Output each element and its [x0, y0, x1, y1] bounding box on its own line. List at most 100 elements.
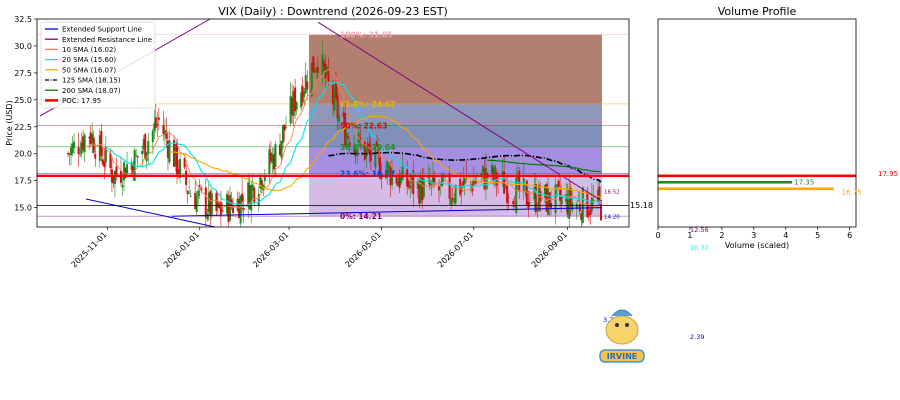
candle-body [495, 172, 498, 186]
x-tick-label: 2026-07-01 [436, 230, 475, 269]
volume-bar [658, 187, 834, 191]
candle-body [560, 196, 563, 205]
x-axis: 2025-11-01 2026-01-01 2026-03-01 2026-05-01… [70, 227, 569, 269]
volume-tick-label: 3 [751, 231, 756, 240]
volume-profile-frame [657, 18, 857, 228]
logo-text: IRVINE [607, 352, 637, 361]
legend-entry: 200 SMA (18.07) [62, 87, 121, 95]
candle-body [151, 130, 154, 143]
candle-body [198, 184, 201, 187]
volume-tick-label: 6 [847, 231, 852, 240]
legend-entry: Extended Resistance Line [62, 36, 152, 44]
volume-tick-label: 5 [815, 231, 820, 240]
candle-body [336, 95, 339, 119]
candle-body [135, 154, 138, 156]
candle-body [195, 196, 198, 212]
candle-body [437, 186, 440, 191]
price-label: 14.20 [604, 215, 620, 221]
candle-body [154, 117, 157, 128]
volume-x-axis-label: Volume (scaled) [725, 241, 789, 250]
y-tick-label: 30.0 [14, 42, 32, 51]
volume-extra-label: 2.39 [690, 333, 704, 341]
candle-body [507, 197, 510, 198]
candle-body [463, 177, 466, 185]
candle-body [83, 135, 86, 152]
fib-level-label: 23.6%: 18.17 [340, 169, 395, 178]
candle-body [156, 123, 159, 126]
legend-entry: 20 SMA (15.60) [62, 56, 116, 64]
candle-body [401, 164, 404, 180]
x-tick-label: 2026-09-01 [530, 230, 569, 269]
candle-body [197, 190, 200, 197]
candle-body [312, 56, 315, 73]
volume-tick-label: 4 [783, 231, 788, 240]
volume-bar [658, 180, 793, 184]
candle-body [422, 178, 425, 198]
candle-body [557, 180, 560, 187]
candle-body [528, 202, 531, 204]
candle-body [316, 67, 319, 73]
candle-body [241, 193, 244, 202]
candle-body [512, 201, 515, 205]
y-tick-label: 32.5 [14, 15, 32, 24]
volume-bar-label: 17.95 [878, 170, 898, 178]
candle-body [274, 144, 277, 168]
candle-body [571, 202, 574, 211]
legend-entry: 10 SMA (16.02) [62, 46, 116, 54]
price-label: 16.52 [604, 190, 620, 196]
volume-tick-label: 0 [655, 231, 660, 240]
candle-body [188, 192, 191, 194]
candle-body [484, 167, 487, 190]
fib-level-label: 38.2%: 20.64 [340, 143, 395, 152]
candle-body [77, 147, 80, 155]
legend-entry: POC: 17.95 [62, 97, 101, 105]
candle-body [136, 155, 139, 158]
y-tick-label: 20.0 [14, 150, 32, 159]
y-axis-label: Price (USD) [5, 100, 14, 145]
candle-body [518, 170, 521, 192]
x-tick-label: 2026-05-01 [344, 230, 383, 269]
candle-body [469, 181, 472, 183]
candle-body [522, 178, 525, 193]
candle-body [295, 102, 298, 110]
candle-body [73, 141, 76, 149]
candle-body [126, 164, 129, 174]
candle-body [79, 154, 82, 156]
candle-body [183, 158, 186, 168]
fib-level-label: 100%: 31.05 [340, 31, 393, 40]
candle-body [185, 170, 188, 185]
legend-entry: 50 SMA (16.07) [62, 66, 116, 74]
candle-body [100, 130, 103, 156]
candle-body [221, 210, 224, 212]
legend-entry: 125 SMA (18.15) [62, 77, 121, 85]
candle-body [115, 166, 118, 175]
volume-bar [658, 174, 856, 178]
chart-title: VIX (Daily) : Downtrend (2026-09-23 EST) [218, 5, 448, 18]
candle-body [242, 208, 245, 210]
y-tick-label: 25.0 [14, 96, 32, 105]
legend: Extended Support Line Extended Resistance… [40, 21, 156, 109]
volume-profile-chart: Volume Profile 0123456 Volume (scaled) 1… [603, 5, 898, 341]
candle-body [497, 181, 500, 183]
x-tick-label: 2025-11-01 [70, 230, 109, 269]
volume-x-axis: 0123456 [655, 227, 852, 240]
candle-body [590, 197, 593, 211]
y-tick-label: 17.5 [14, 177, 32, 186]
fib-level-label: 61.8%: 24.62 [340, 100, 395, 109]
candle-body [157, 117, 160, 120]
candle-body [448, 173, 451, 199]
candle-body [67, 152, 69, 155]
candle-body [327, 69, 330, 82]
candle-body [121, 185, 124, 188]
candle-body [210, 193, 213, 215]
candle-body [253, 187, 256, 203]
candle-body [347, 135, 350, 139]
x-tick-label: 2026-01-01 [162, 230, 201, 269]
volume-bar-label: 16.75 [842, 189, 862, 197]
candle-body [147, 141, 150, 154]
candle-body [141, 150, 144, 155]
volume-extra-label: 10.77 [690, 244, 709, 252]
fib-level-label: 50%: 22.63 [340, 121, 387, 130]
candle-body [189, 195, 192, 197]
candle-body [409, 185, 412, 189]
